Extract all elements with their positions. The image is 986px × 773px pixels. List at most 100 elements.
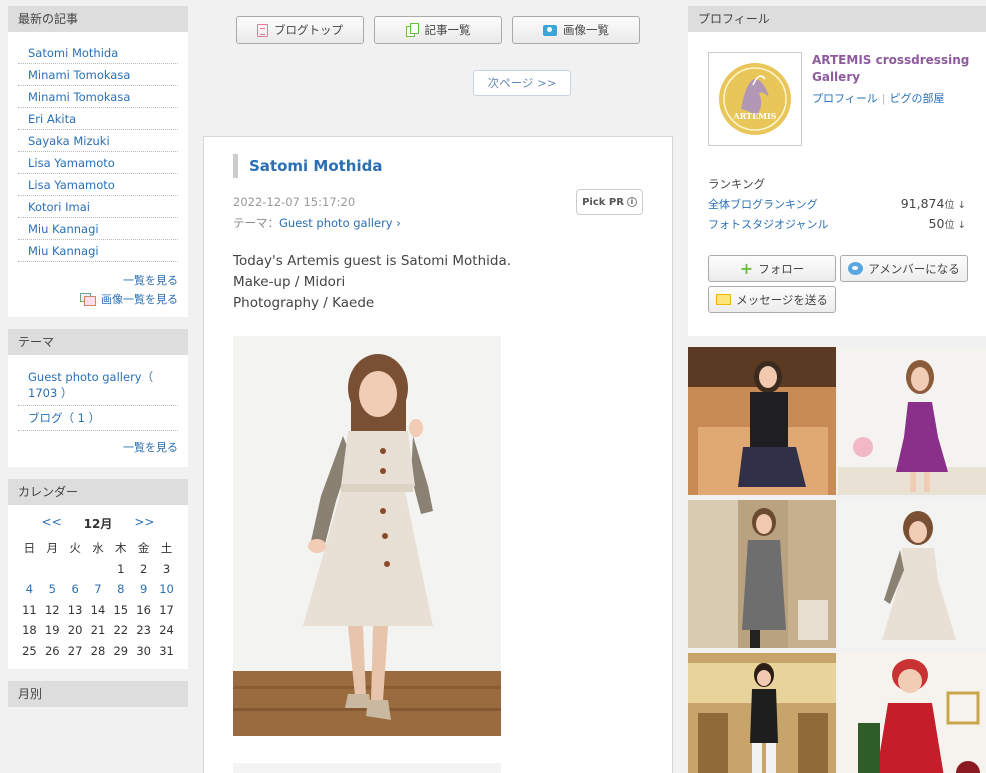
- calendar-table: 日月火水木金土 1 2 3 4 5 6 7 8 9 10 11 12 13 14 15 16 17 18 19 20 21…: [18, 538, 178, 661]
- calendar-weekday: 金: [137, 541, 150, 556]
- profile-link[interactable]: プロフィール: [812, 92, 878, 105]
- recent-more-link[interactable]: 一覧を見る: [123, 274, 178, 287]
- chevron-right-icon: ›: [392, 216, 401, 230]
- recent-article-item[interactable]: Lisa Yamamoto: [18, 174, 178, 196]
- plus-icon: +: [739, 258, 754, 278]
- calendar-day: 12: [44, 602, 60, 617]
- recent-article-item[interactable]: Satomi Mothida: [18, 42, 178, 64]
- next-page-button[interactable]: 次ページ >>: [473, 70, 571, 96]
- recent-articles-list: Satomi Mothida Minami Tomokasa Minami To…: [18, 42, 178, 262]
- calendar-day[interactable]: 6: [64, 579, 87, 600]
- calendar-weekday: 木: [115, 541, 127, 556]
- calendar-day: 11: [22, 602, 37, 617]
- ranking-label: ランキング: [708, 177, 766, 191]
- recent-article-item[interactable]: Lisa Yamamoto: [18, 152, 178, 174]
- camera-icon: [543, 24, 557, 36]
- pick-pr-button[interactable]: Pick PR i: [576, 189, 643, 215]
- recent-article-item[interactable]: Eri Akita: [18, 108, 178, 130]
- calendar-day: 31: [159, 643, 174, 658]
- info-icon: i: [626, 197, 637, 207]
- theme-list: Guest photo gallery（ 1703 ） ブログ（ 1 ）: [18, 365, 178, 431]
- calendar-empty-cell: [64, 559, 87, 580]
- article-datetime: 2022-12-07 15:17:20: [233, 195, 356, 209]
- calendar-day: 20: [67, 623, 83, 638]
- recent-articles-widget: 最新の記事 Satomi Mothida Minami Tomokasa Min…: [8, 6, 188, 317]
- calendar-nav: << 12月 >>: [18, 515, 178, 532]
- recent-article-item[interactable]: Miu Kannagi: [18, 218, 178, 240]
- theme-item[interactable]: ブログ（ 1 ）: [18, 406, 178, 431]
- calendar-day[interactable]: 8: [109, 579, 132, 600]
- photo-thumbnail[interactable]: [838, 500, 986, 648]
- photo-thumbnail[interactable]: [688, 347, 836, 495]
- calendar-day[interactable]: 4: [18, 579, 41, 600]
- article-theme-link[interactable]: Guest photo gallery: [279, 216, 393, 230]
- article-body: Today's Artemis guest is Satomi Mothida.…: [233, 253, 512, 311]
- profile-name[interactable]: ARTEMIS crossdressing Gallery: [812, 52, 972, 86]
- recent-images-link-wrap: 画像一覧を見る: [18, 291, 178, 307]
- calendar-next-button[interactable]: >>: [134, 515, 154, 532]
- calendar-day[interactable]: 9: [132, 579, 155, 600]
- image-list-icon: [80, 292, 96, 306]
- calendar-day[interactable]: 7: [87, 579, 110, 600]
- profile-widget: プロフィール ARTEMIS ARTEMIS crossdressing Gal…: [688, 6, 986, 336]
- calendar-day: 17: [159, 602, 174, 617]
- pigg-room-link[interactable]: ピグの部屋: [890, 92, 945, 105]
- message-button[interactable]: メッセージを送る: [708, 286, 836, 313]
- article-list-icon: [405, 22, 419, 38]
- calendar-day[interactable]: 10: [155, 579, 178, 600]
- profile-links: プロフィール | ピグの部屋: [812, 92, 945, 105]
- profile-avatar[interactable]: ARTEMIS: [708, 52, 802, 146]
- blog-top-button[interactable]: ブログトップ: [236, 16, 364, 44]
- calendar-empty-cell: [87, 559, 110, 580]
- recent-article-item[interactable]: Kotori Imai: [18, 196, 178, 218]
- calendar-day: 24: [159, 623, 174, 638]
- profile-heading: プロフィール: [688, 6, 986, 32]
- ranking-row-overall: 全体ブログランキング 91,874位 ↓: [708, 196, 966, 212]
- recent-article-item[interactable]: Miu Kannagi: [18, 240, 178, 262]
- calendar-day: 28: [90, 643, 106, 658]
- theme-heading: テーマ: [8, 329, 188, 355]
- recent-article-item[interactable]: Sayaka Mizuki: [18, 130, 178, 152]
- calendar-heading: カレンダー: [8, 479, 188, 505]
- image-list-button[interactable]: 画像一覧: [512, 16, 640, 44]
- calendar-prev-button[interactable]: <<: [42, 515, 62, 532]
- calendar-empty-cell: [18, 559, 41, 580]
- calendar-weekday: 月: [46, 541, 59, 556]
- calendar-day: 23: [136, 623, 151, 638]
- calendar-day: 16: [136, 602, 151, 617]
- calendar-day: 15: [113, 602, 129, 617]
- recent-article-item[interactable]: Minami Tomokasa: [18, 64, 178, 86]
- article-photo-2[interactable]: [233, 763, 501, 773]
- calendar-month: 12月: [83, 517, 113, 531]
- calendar-day: 13: [67, 602, 83, 617]
- calendar-widget: カレンダー << 12月 >> 日月火水木金土 1 2 3 4 5 6 7 8 9 10 11 12 13…: [8, 479, 188, 669]
- blog-nav-buttons: ブログトップ 記事一覧 画像一覧: [236, 16, 640, 44]
- photo-thumbnail[interactable]: [838, 653, 986, 773]
- calendar-day: 26: [44, 643, 60, 658]
- ranking-row-genre: フォトスタジオジャンル 50位 ↓: [708, 216, 966, 232]
- theme-item[interactable]: Guest photo gallery（ 1703 ）: [18, 365, 178, 406]
- follow-button[interactable]: + フォロー: [708, 255, 836, 282]
- calendar-day: 3: [162, 561, 171, 576]
- recent-more-link-wrap: 一覧を見る: [18, 272, 178, 288]
- recent-article-item[interactable]: Minami Tomokasa: [18, 86, 178, 108]
- theme-more-link[interactable]: 一覧を見る: [123, 441, 178, 454]
- calendar-day: 30: [136, 643, 151, 658]
- photo-thumbnail[interactable]: [688, 653, 836, 773]
- ranking-genre-link[interactable]: フォトスタジオジャンル: [708, 216, 828, 232]
- left-sidebar: 最新の記事 Satomi Mothida Minami Tomokasa Min…: [8, 6, 188, 719]
- article-title[interactable]: Satomi Mothida: [233, 154, 382, 178]
- article-photo[interactable]: [233, 336, 501, 736]
- calendar-day: 19: [44, 623, 60, 638]
- calendar-day[interactable]: 5: [41, 579, 64, 600]
- photo-thumbnail[interactable]: [688, 500, 836, 648]
- recent-images-link[interactable]: 画像一覧を見る: [101, 291, 178, 307]
- article-theme: テーマ：Guest photo gallery ›: [233, 216, 401, 230]
- blog-top-icon: [257, 23, 268, 37]
- ranking-overall-link[interactable]: 全体ブログランキング: [708, 196, 818, 212]
- amember-button[interactable]: アメンバーになる: [840, 255, 968, 282]
- article-list-button[interactable]: 記事一覧: [374, 16, 502, 44]
- calendar-day: 22: [113, 623, 129, 638]
- photo-thumbnail[interactable]: [838, 347, 986, 495]
- artemis-logo: ARTEMIS: [719, 63, 791, 135]
